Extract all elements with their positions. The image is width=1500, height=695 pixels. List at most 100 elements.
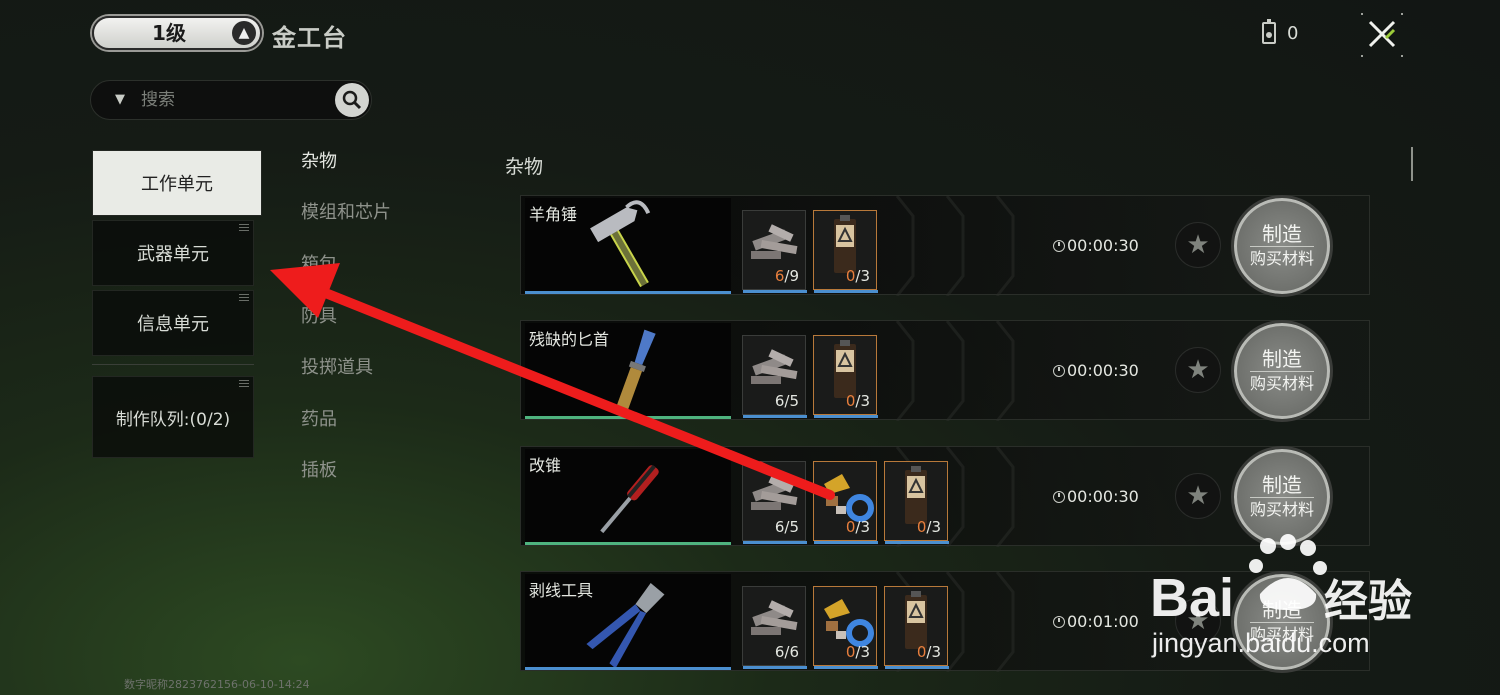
search-icon: [342, 90, 362, 110]
favorite-star-button[interactable]: ★: [1175, 222, 1221, 268]
baidu-jingyan-logo: Bai 经验 jingyan.baidu.com: [1148, 532, 1448, 662]
material-underline: [814, 541, 878, 544]
svg-text:经验: 经验: [1324, 576, 1412, 627]
material-slot[interactable]: 0/3: [884, 586, 949, 669]
material-slot[interactable]: 0/3: [813, 586, 878, 669]
bench-title: 金工台: [272, 24, 347, 52]
hex-decoration: [895, 196, 1015, 296]
rarity-bar: [525, 291, 731, 294]
hex-decoration: [895, 321, 1015, 421]
recipe-row[interactable]: 羊角锤 6/9 0/3 00:00:30 ★ 制造 购买材料: [520, 195, 1370, 296]
material-underline: [743, 666, 807, 669]
scrollbar[interactable]: [1411, 147, 1413, 181]
recipe-name: 改锥: [529, 456, 562, 475]
divider: [92, 364, 254, 365]
recipe-image[interactable]: 改锥: [525, 449, 731, 545]
material-slot[interactable]: 0/3: [813, 335, 878, 418]
category-bags[interactable]: 箱包: [301, 250, 337, 276]
craft-time: 00:00:30: [1067, 236, 1139, 255]
category-armor[interactable]: 防具: [301, 302, 337, 328]
battery-icon: [1262, 19, 1276, 44]
star-icon: ★: [1186, 355, 1210, 385]
material-slot[interactable]: 6/9: [742, 210, 807, 293]
material-count: 6/5: [774, 518, 799, 536]
material-slot[interactable]: 6/5: [742, 335, 807, 418]
clock-icon: [1053, 490, 1065, 503]
upgrade-arrow-icon[interactable]: ▲: [232, 21, 256, 45]
buy-materials-label: 购买材料: [1249, 246, 1314, 270]
craft-time: 00:00:30: [1067, 487, 1139, 506]
clock-icon: [1053, 364, 1065, 377]
star-icon: ★: [1186, 481, 1210, 511]
material-slot[interactable]: 6/6: [742, 586, 807, 669]
recipe-image[interactable]: 羊角锤: [525, 198, 731, 294]
material-slot[interactable]: 0/3: [884, 461, 949, 544]
menu-lines-icon: [239, 224, 249, 231]
material-count: 0/3: [916, 518, 941, 536]
recipe-name: 残缺的匕首: [529, 330, 610, 349]
craft-label: 制造: [1262, 222, 1302, 246]
material-count: 0/3: [916, 643, 941, 661]
craft-button[interactable]: 制造 购买材料: [1234, 449, 1330, 545]
favorite-star-button[interactable]: ★: [1175, 473, 1221, 519]
material-underline: [743, 290, 807, 293]
search-button[interactable]: [335, 83, 369, 117]
close-button[interactable]: [1360, 12, 1404, 58]
menu-lines-icon: [239, 380, 249, 387]
craft-timer: 00:00:30: [1053, 236, 1139, 255]
material-underline: [885, 541, 949, 544]
unit-tab-label: 武器单元: [137, 244, 209, 265]
svg-text:Bai: Bai: [1150, 568, 1234, 628]
material-slot[interactable]: 0/3: [813, 210, 878, 293]
buy-materials-label: 购买材料: [1249, 497, 1314, 521]
material-count: 6/9: [774, 267, 799, 285]
currency-value: 0: [1287, 23, 1299, 44]
material-underline: [814, 415, 878, 418]
level-badge[interactable]: 1级 ▲: [92, 16, 262, 50]
section-title: 杂物: [505, 156, 544, 178]
filter-dropdown-icon[interactable]: ▼: [115, 92, 125, 107]
material-underline: [743, 541, 807, 544]
craft-timer: 00:00:30: [1053, 487, 1139, 506]
category-mods-chips[interactable]: 模组和芯片: [301, 198, 391, 224]
menu-lines-icon: [239, 294, 249, 301]
recipe-name: 剥线工具: [529, 581, 594, 600]
craft-timer: 00:00:30: [1053, 361, 1139, 380]
unit-tab-weapon[interactable]: 武器单元: [92, 220, 254, 286]
craft-queue[interactable]: 制作队列:(0/2): [92, 376, 254, 458]
material-slot[interactable]: 0/3: [813, 461, 878, 544]
watermark: 数字昵称2823762156-06-10-14:24: [124, 678, 310, 691]
buy-materials-label: 购买材料: [1249, 371, 1314, 395]
category-boards[interactable]: 插板: [301, 456, 337, 482]
recipe-name: 羊角锤: [529, 205, 578, 224]
material-count: 6/5: [774, 392, 799, 410]
recipe-row[interactable]: 改锥 6/5 0/3 0/3 00:00:30 ★ 制造 购买材料: [520, 446, 1370, 547]
star-icon: ★: [1186, 230, 1210, 260]
material-slot[interactable]: 6/5: [742, 461, 807, 544]
category-throwables[interactable]: 投掷道具: [301, 353, 373, 379]
craft-time: 00:00:30: [1067, 361, 1139, 380]
level-label: 1级: [152, 21, 186, 45]
craft-queue-label: 制作队列:(0/2): [115, 409, 231, 430]
favorite-star-button[interactable]: ★: [1175, 347, 1221, 393]
unit-tab-info[interactable]: 信息单元: [92, 290, 254, 356]
craft-time: 00:01:00: [1067, 612, 1139, 631]
craft-button[interactable]: 制造 购买材料: [1234, 198, 1330, 294]
recipe-row[interactable]: 残缺的匕首 6/5 0/3 00:00:30 ★ 制造 购买材料: [520, 320, 1370, 421]
unit-tab-label: 信息单元: [137, 314, 209, 335]
material-count: 0/3: [845, 267, 870, 285]
material-count: 0/3: [845, 518, 870, 536]
search-input[interactable]: [141, 87, 321, 113]
material-count: 0/3: [845, 643, 870, 661]
category-misc[interactable]: 杂物: [301, 147, 337, 173]
recipe-image[interactable]: 剥线工具: [525, 574, 731, 670]
rarity-bar: [525, 416, 731, 419]
unit-tab-work[interactable]: 工作单元: [92, 150, 262, 216]
recipe-image[interactable]: 残缺的匕首: [525, 323, 731, 419]
craft-button[interactable]: 制造 购买材料: [1234, 323, 1330, 419]
material-underline: [743, 415, 807, 418]
craft-label: 制造: [1262, 473, 1302, 497]
material-count: 0/3: [845, 392, 870, 410]
craft-label: 制造: [1262, 347, 1302, 371]
category-medicine[interactable]: 药品: [301, 405, 337, 431]
